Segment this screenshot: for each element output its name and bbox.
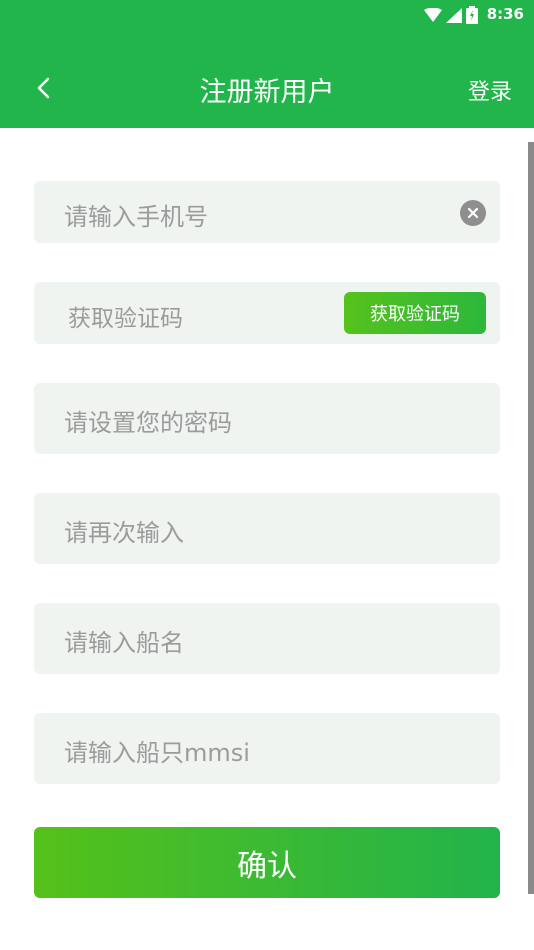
confirm-button[interactable]: 确认 bbox=[34, 827, 500, 898]
toolbar: 注册新用户 登录 bbox=[0, 58, 534, 118]
status-icons bbox=[424, 6, 478, 24]
confirm-password-field[interactable]: 请再次输入 bbox=[34, 493, 500, 564]
code-input-placeholder: 获取验证码 bbox=[68, 306, 183, 332]
signal-icon bbox=[446, 7, 462, 23]
battery-icon bbox=[466, 6, 478, 24]
phone-input-placeholder: 请输入手机号 bbox=[64, 203, 208, 231]
close-icon bbox=[467, 207, 479, 219]
get-code-button[interactable]: 获取验证码 bbox=[344, 292, 486, 334]
wifi-icon bbox=[424, 8, 442, 22]
ship-name-field[interactable]: 请输入船名 bbox=[34, 603, 500, 674]
app-bar: 8:36 注册新用户 登录 bbox=[0, 0, 534, 128]
confirm-password-input-placeholder: 请再次输入 bbox=[64, 519, 184, 547]
verification-code-field[interactable]: 获取验证码 获取验证码 bbox=[34, 282, 500, 344]
status-time: 8:36 bbox=[486, 5, 524, 23]
mmsi-input-placeholder: 请输入船只mmsi bbox=[64, 739, 250, 767]
scrollbar[interactable] bbox=[528, 142, 534, 894]
clear-button[interactable] bbox=[460, 200, 486, 226]
mmsi-field[interactable]: 请输入船只mmsi bbox=[34, 713, 500, 784]
login-link[interactable]: 登录 bbox=[468, 74, 512, 106]
password-field[interactable]: 请设置您的密码 bbox=[34, 383, 500, 454]
phone-field[interactable]: 请输入手机号 bbox=[34, 181, 500, 243]
ship-name-input-placeholder: 请输入船名 bbox=[64, 629, 184, 657]
password-input-placeholder: 请设置您的密码 bbox=[64, 409, 232, 437]
page-title: 注册新用户 bbox=[199, 77, 335, 108]
status-bar: 8:36 bbox=[0, 0, 534, 28]
